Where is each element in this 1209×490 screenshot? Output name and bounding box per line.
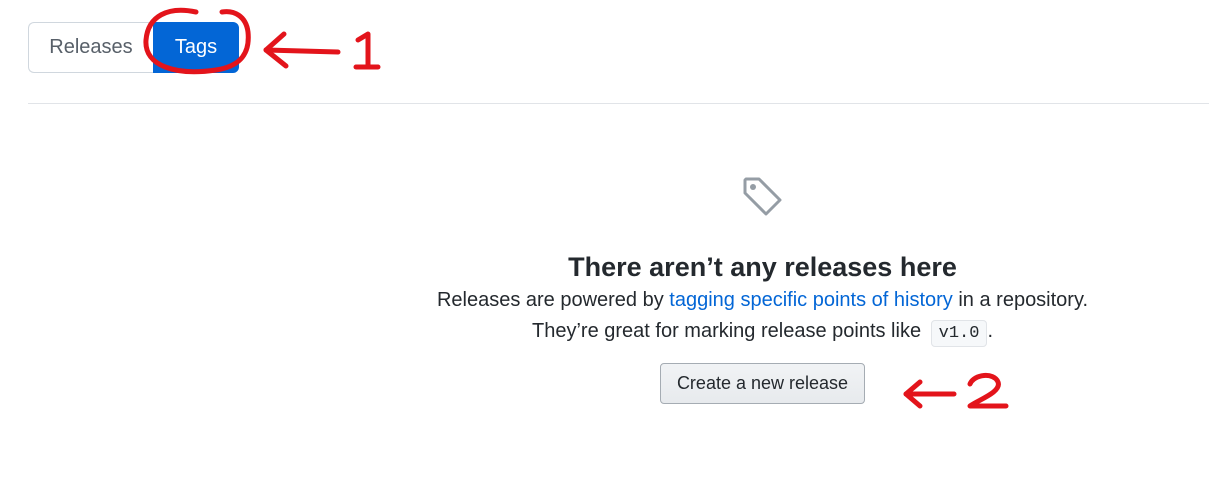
blankslate-description-2: They’re great for marking release points… [340, 316, 1185, 349]
annotation-arrow-1 [263, 31, 341, 69]
blankslate-description: Releases are powered by tagging specific… [340, 285, 1185, 316]
create-new-release-button[interactable]: Create a new release [659, 363, 866, 404]
description-text: in a repository. [952, 289, 1089, 311]
version-code: v1.0 [930, 320, 988, 347]
header-divider [28, 103, 1209, 104]
description-text: . [987, 320, 993, 342]
blankslate: There aren’t any releases here Releases … [340, 175, 1185, 404]
tab-tags[interactable]: Tags [153, 22, 239, 73]
tag-icon [743, 177, 781, 216]
tagging-history-link[interactable]: tagging specific points of history [669, 289, 953, 311]
description-text: Releases are powered by [436, 289, 670, 311]
annotation-marker-1 [353, 31, 381, 70]
blankslate-title: There aren’t any releases here [568, 252, 957, 282]
tab-releases[interactable]: Releases [28, 22, 153, 73]
releases-tags-tabnav: Releases Tags [28, 22, 239, 73]
releases-page: Releases Tags There aren’t any releases … [0, 0, 1209, 490]
description-text: They’re great for marking release points… [532, 320, 927, 342]
